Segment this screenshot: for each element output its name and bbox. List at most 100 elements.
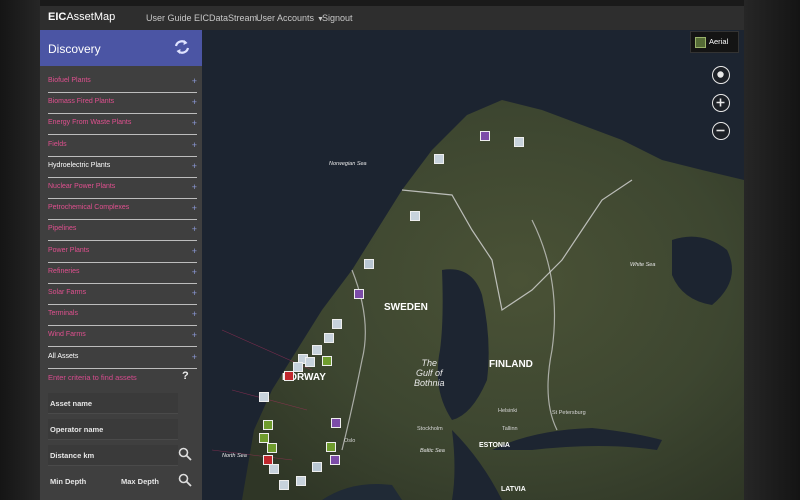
category-row[interactable]: Pipelines + bbox=[48, 222, 197, 242]
country-label-estonia: ESTONIA bbox=[479, 442, 510, 449]
category-row[interactable]: Fields + bbox=[48, 138, 197, 157]
category-row[interactable]: Power Plants + bbox=[48, 244, 197, 263]
target-icon bbox=[717, 71, 724, 78]
city-label-oslo: Oslo bbox=[344, 438, 356, 444]
country-label-finland: FINLAND bbox=[489, 359, 533, 370]
country-label-sweden: SWEDEN bbox=[384, 302, 428, 313]
nav-signout[interactable]: Signout bbox=[322, 13, 353, 23]
green-asset-marker-icon[interactable] bbox=[326, 442, 336, 452]
category-row[interactable]: Hydroelectric Plants + bbox=[48, 159, 197, 178]
operator-name-field[interactable]: Operator name bbox=[48, 419, 178, 440]
category-label: Biofuel Plants bbox=[48, 77, 91, 84]
city-label-st-petersburg: St Petersburg bbox=[552, 410, 586, 416]
nav-data-stream[interactable]: EICDataStream bbox=[194, 13, 257, 23]
category-label: Hydroelectric Plants bbox=[48, 161, 111, 169]
category-label: Fields bbox=[48, 140, 67, 148]
aerial-toggle-button[interactable]: Aerial bbox=[690, 31, 739, 53]
expand-plus-icon[interactable]: + bbox=[192, 352, 197, 362]
wind-asset-marker-icon[interactable] bbox=[312, 345, 322, 355]
wind-asset-marker-icon[interactable] bbox=[259, 392, 269, 402]
asset-name-field[interactable]: Asset name bbox=[48, 393, 178, 414]
category-row[interactable]: Energy From Waste Plants + bbox=[48, 116, 197, 136]
discovery-panel: Discovery Biofuel Plants + Biomass Fired P… bbox=[40, 30, 202, 500]
category-label: Terminals bbox=[48, 310, 78, 318]
expand-plus-icon[interactable]: + bbox=[192, 76, 197, 86]
zoom-out-button[interactable] bbox=[712, 122, 730, 140]
expand-plus-icon[interactable]: + bbox=[192, 161, 197, 171]
category-label: Nuclear Power Plants bbox=[48, 183, 116, 190]
category-row[interactable]: Biofuel Plants + bbox=[48, 74, 197, 93]
category-row[interactable]: Terminals + bbox=[48, 307, 197, 327]
gulf-of-bothnia-label: The Gulf of Bothnia bbox=[414, 358, 445, 388]
hydro-asset-marker-icon[interactable] bbox=[312, 462, 322, 472]
category-row[interactable]: Wind Farms + bbox=[48, 328, 197, 348]
sea-label-north: North Sea bbox=[222, 453, 247, 459]
expand-plus-icon[interactable]: + bbox=[192, 246, 197, 256]
help-icon[interactable]: ? bbox=[182, 370, 189, 382]
city-label-stockholm: Stockholm bbox=[417, 426, 443, 432]
wind-asset-marker-icon[interactable] bbox=[514, 137, 524, 147]
satellite-map[interactable]: SWEDEN FINLAND NORWAY ESTONIA LATVIA Nor… bbox=[202, 30, 744, 500]
top-navbar: EICAssetMap User Guide EICDataStream Use… bbox=[40, 6, 744, 31]
expand-plus-icon[interactable]: + bbox=[192, 118, 197, 128]
wind-asset-marker-icon[interactable] bbox=[305, 357, 315, 367]
expand-plus-icon[interactable]: + bbox=[192, 309, 197, 319]
expand-plus-icon[interactable]: + bbox=[192, 267, 197, 277]
nuclear-asset-marker-icon[interactable] bbox=[354, 289, 364, 299]
wind-asset-marker-icon[interactable] bbox=[434, 154, 444, 164]
nuclear-asset-marker-icon[interactable] bbox=[331, 418, 341, 428]
nav-user-accounts[interactable]: User Accounts ▼ bbox=[256, 13, 324, 23]
wind-asset-marker-icon[interactable] bbox=[296, 476, 306, 486]
expand-plus-icon[interactable]: + bbox=[192, 203, 197, 213]
category-row[interactable]: Refineries + bbox=[48, 265, 197, 284]
category-label: All Assets bbox=[48, 352, 79, 360]
power-asset-marker-icon[interactable] bbox=[284, 371, 294, 381]
wind-asset-marker-icon[interactable] bbox=[293, 362, 303, 372]
locate-button[interactable] bbox=[712, 66, 730, 84]
map-terrain bbox=[202, 30, 744, 500]
green-asset-marker-icon[interactable] bbox=[322, 356, 332, 366]
city-label-helsinki: Helsinki bbox=[498, 408, 518, 414]
category-label: Power Plants bbox=[48, 246, 90, 254]
discovery-title: Discovery bbox=[48, 42, 101, 56]
wind-asset-marker-icon[interactable] bbox=[410, 211, 420, 221]
expand-plus-icon[interactable]: + bbox=[192, 224, 197, 234]
category-row[interactable]: Solar Farms + bbox=[48, 286, 197, 305]
search-icon[interactable] bbox=[178, 473, 192, 487]
category-row[interactable]: Nuclear Power Plants + bbox=[48, 180, 197, 199]
category-row[interactable]: Biomass Fired Plants + bbox=[48, 95, 197, 115]
expand-plus-icon[interactable]: + bbox=[192, 97, 197, 107]
distance-field[interactable]: Distance km bbox=[48, 445, 178, 466]
refresh-icon[interactable] bbox=[172, 37, 192, 57]
wind-asset-marker-icon[interactable] bbox=[332, 319, 342, 329]
max-depth-label[interactable]: Max Depth bbox=[121, 477, 159, 486]
sea-label-baltic: Baltic Sea bbox=[420, 448, 445, 454]
nuclear-asset-marker-icon[interactable] bbox=[330, 455, 340, 465]
sea-label-white: White Sea bbox=[630, 262, 656, 268]
green-asset-marker-icon[interactable] bbox=[259, 433, 269, 443]
wind-asset-marker-icon[interactable] bbox=[324, 333, 334, 343]
zoom-in-button[interactable] bbox=[712, 94, 730, 112]
green-asset-marker-icon[interactable] bbox=[267, 443, 277, 453]
wind-asset-marker-icon[interactable] bbox=[279, 480, 289, 490]
green-asset-marker-icon[interactable] bbox=[263, 420, 273, 430]
country-label-latvia: LATVIA bbox=[501, 486, 526, 493]
hydro-asset-marker-icon[interactable] bbox=[364, 259, 374, 269]
expand-plus-icon[interactable]: + bbox=[192, 140, 197, 150]
category-label: Biomass Fired Plants bbox=[48, 98, 115, 106]
sea-label-norwegian: Norwegian Sea bbox=[329, 161, 367, 167]
category-row[interactable]: Petrochemical Complexes + bbox=[48, 201, 197, 221]
expand-plus-icon[interactable]: + bbox=[192, 288, 197, 298]
category-row[interactable]: All Assets + bbox=[48, 350, 197, 369]
wind-asset-marker-icon[interactable] bbox=[269, 464, 279, 474]
app-logo[interactable]: EICAssetMap bbox=[48, 11, 115, 23]
min-depth-label[interactable]: Min Depth bbox=[50, 477, 86, 486]
nav-user-guide[interactable]: User Guide bbox=[146, 13, 192, 23]
right-frame bbox=[744, 0, 800, 500]
nuclear-asset-marker-icon[interactable] bbox=[480, 131, 490, 141]
expand-plus-icon[interactable]: + bbox=[192, 330, 197, 340]
search-icon[interactable] bbox=[178, 447, 192, 461]
plus-icon bbox=[716, 98, 725, 107]
expand-plus-icon[interactable]: + bbox=[192, 182, 197, 192]
category-label: Petrochemical Complexes bbox=[48, 204, 130, 212]
